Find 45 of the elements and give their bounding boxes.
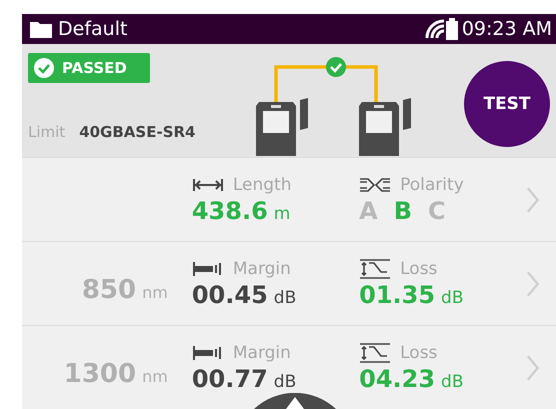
- metric-label: Loss: [400, 258, 438, 278]
- margin-icon: [192, 344, 224, 360]
- loss-icon: [359, 258, 392, 278]
- chevron-right-icon: [526, 270, 540, 298]
- metric-value: 01.35: [359, 280, 436, 308]
- wavelength-unit: nm: [142, 282, 168, 302]
- result-row[interactable]: 850 nm Margin 00.45 dB Loss 01.35 dB: [22, 241, 556, 325]
- test-button[interactable]: TEST: [464, 60, 550, 146]
- result-row[interactable]: 1300 nm Margin 00.77 dB Loss 04.23 dB: [22, 325, 556, 409]
- metric-value: 00.77: [192, 364, 268, 392]
- metric-unit: dB: [441, 288, 464, 308]
- metric-label: Margin: [232, 258, 291, 278]
- metric-value: 438.6: [192, 196, 268, 224]
- status-badge: PASSED: [28, 53, 150, 83]
- wifi-icon: [424, 18, 446, 40]
- metric-unit: m: [274, 204, 290, 224]
- wavelength-value: 1300: [64, 358, 136, 388]
- wavelength-unit: nm: [142, 366, 168, 386]
- limit-label: Limit: [28, 123, 66, 141]
- wavelength-value: 850: [82, 274, 136, 304]
- profile-title: Default: [58, 18, 128, 40]
- length-icon: [192, 178, 224, 192]
- metric-value: 04.23: [359, 364, 436, 392]
- metric-value: 00.45: [192, 280, 268, 308]
- loss-icon: [359, 342, 392, 362]
- metric-unit: dB: [274, 288, 296, 308]
- polarity-letter: B: [394, 196, 412, 224]
- chevron-right-icon: [526, 354, 540, 382]
- margin-icon: [192, 260, 224, 276]
- polarity-letter: A: [359, 196, 378, 224]
- polarity-icon: [359, 176, 392, 192]
- battery-icon: [446, 18, 458, 40]
- clock-time: 09:23 AM: [462, 18, 552, 40]
- metric-label: Margin: [232, 342, 291, 362]
- metric-label: Length: [232, 174, 292, 194]
- chevron-right-icon: [526, 186, 540, 214]
- folder-icon: [30, 20, 52, 38]
- limit-value: 40GBASE-SR4: [79, 123, 196, 141]
- metric-unit: dB: [441, 372, 464, 392]
- scroll-up-button[interactable]: [254, 393, 336, 409]
- metric-label: Polarity: [400, 174, 464, 194]
- check-icon: [34, 58, 54, 78]
- metric-label: Loss: [400, 342, 438, 362]
- metric-unit: dB: [274, 372, 296, 392]
- polarity-letter: C: [428, 196, 446, 224]
